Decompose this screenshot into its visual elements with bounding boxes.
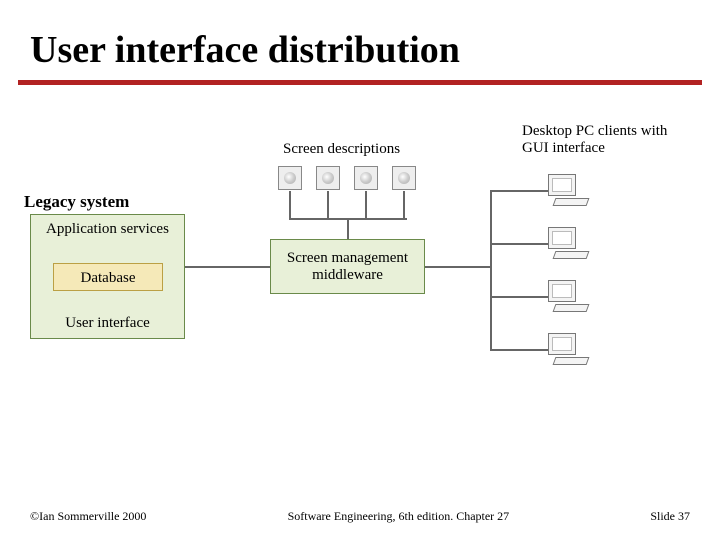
connector-screen <box>365 191 367 218</box>
footer: ©Ian Sommerville 2000 Software Engineeri… <box>30 509 690 524</box>
connector-client <box>490 190 548 192</box>
user-interface-label: User interface <box>31 315 184 332</box>
middleware-box: Screen management middleware <box>270 239 425 294</box>
pc-icon <box>548 280 590 314</box>
terminal-icon <box>316 166 340 190</box>
terminal-icon <box>392 166 416 190</box>
slide-title: User interface distribution <box>30 28 460 72</box>
connector-screen <box>289 191 291 218</box>
connector-legacy-to-middleware <box>185 266 270 268</box>
connector-client <box>490 243 548 245</box>
footer-chapter: Software Engineering, 6th edition. Chapt… <box>288 509 510 524</box>
terminal-icon <box>278 166 302 190</box>
diagram: Legacy system Application services Datab… <box>30 130 690 410</box>
connector-screen <box>403 191 405 218</box>
application-services-label: Application services <box>31 221 184 238</box>
screen-descriptions-label: Screen descriptions <box>283 141 400 158</box>
connector-client <box>490 349 548 351</box>
footer-slide-number: Slide 37 <box>650 509 690 524</box>
title-underline <box>18 80 702 85</box>
pc-icon <box>548 227 590 261</box>
footer-copyright: ©Ian Sommerville 2000 <box>30 509 146 524</box>
connector-middleware-to-clients <box>425 266 490 268</box>
legacy-system-box: Application services Database User inter… <box>30 214 185 339</box>
connector-screen <box>327 191 329 218</box>
clients-label: Desktop PC clients with GUI interface <box>522 123 690 157</box>
legacy-system-label: Legacy system <box>24 192 129 212</box>
pc-icon <box>548 333 590 367</box>
database-box: Database <box>53 263 163 291</box>
terminal-icon <box>354 166 378 190</box>
connector-screens-to-middleware <box>347 218 349 239</box>
pc-icon <box>548 174 590 208</box>
connector-client <box>490 296 548 298</box>
client-bus <box>490 190 492 350</box>
slide: User interface distribution Legacy syste… <box>0 0 720 540</box>
